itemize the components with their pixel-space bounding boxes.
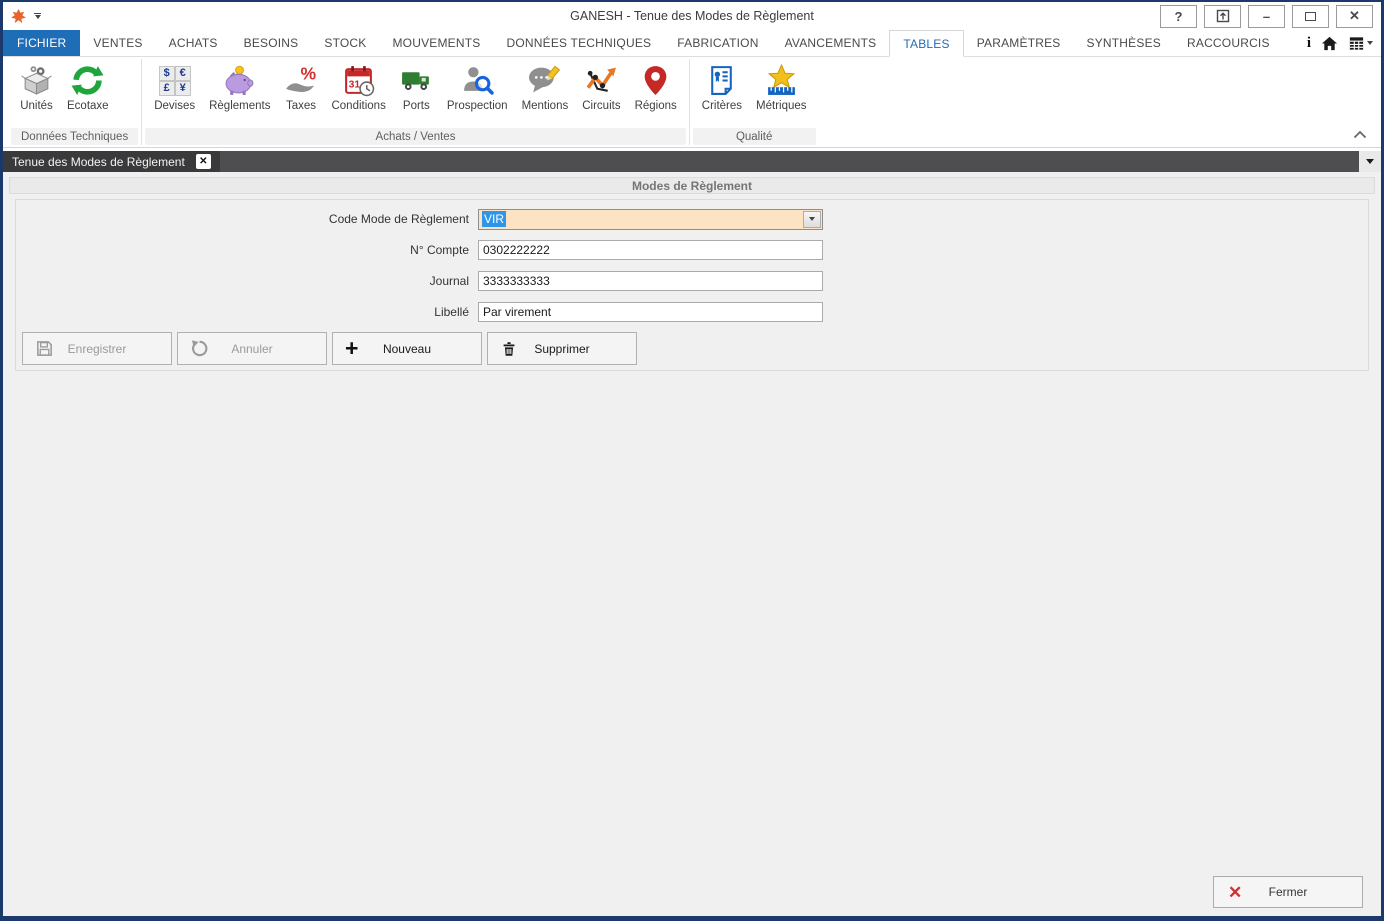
form-panel: Code Mode de Règlement VIR N° Compte Jou… <box>15 199 1369 371</box>
action-buttons: Enregistrer Annuler + Nouveau Suppri <box>22 332 637 365</box>
tab-ventes[interactable]: VENTES <box>80 30 155 56</box>
application-window: GANESH - Tenue des Modes de Règlement ? … <box>0 0 1384 921</box>
undo-icon <box>190 339 209 358</box>
ribbon-button-metriques[interactable]: Métriques <box>749 61 814 113</box>
speech-bubble-pencil-icon <box>528 62 561 99</box>
libelle-input[interactable] <box>478 302 823 322</box>
document-tab-label: Tenue des Modes de Règlement <box>12 155 185 169</box>
document-tab[interactable]: Tenue des Modes de Règlement ✕ <box>3 151 220 172</box>
ribbon-button-devises[interactable]: $€£¥ Devises <box>147 61 202 113</box>
document-badge-icon <box>705 62 738 99</box>
box-gears-icon <box>20 62 53 99</box>
ribbon-button-taxes[interactable]: % Taxes <box>277 61 324 113</box>
minimize-button[interactable]: – <box>1248 5 1285 28</box>
tab-parametres[interactable]: PARAMÈTRES <box>964 30 1074 56</box>
document-tab-close-icon[interactable]: ✕ <box>196 154 211 169</box>
ribbon-group-label: Données Techniques <box>11 128 138 145</box>
ribbon-button-criteres[interactable]: Critères <box>695 61 749 113</box>
field-label-code-mode: Code Mode de Règlement <box>16 212 478 226</box>
field-label-libelle: Libellé <box>16 305 478 319</box>
title-bar: GANESH - Tenue des Modes de Règlement ? … <box>3 2 1381 30</box>
compte-input[interactable] <box>478 240 823 260</box>
ribbon-tab-bar: FICHIER VENTES ACHATS BESOINS STOCK MOUV… <box>3 30 1381 56</box>
truck-icon <box>400 62 433 99</box>
tab-besoins[interactable]: BESOINS <box>231 30 312 56</box>
annuler-button[interactable]: Annuler <box>177 332 327 365</box>
combo-dropdown-button[interactable] <box>803 211 821 228</box>
ribbon-button-regions[interactable]: Régions <box>628 61 684 113</box>
tab-list-dropdown[interactable] <box>1359 151 1381 172</box>
ribbon-group-donnees-techniques: Unités Ecotaxe Données Techniques <box>9 57 140 147</box>
ribbon-button-ports[interactable]: Ports <box>393 61 440 113</box>
quick-access-dropdown-icon[interactable] <box>33 13 42 19</box>
calendar-clock-icon: 31 <box>342 62 375 99</box>
ribbon-group-label: Qualité <box>693 128 816 145</box>
form-header: Modes de Règlement <box>9 177 1375 194</box>
close-red-icon: ✕ <box>1228 884 1242 901</box>
tab-avancements[interactable]: AVANCEMENTS <box>772 30 890 56</box>
maximize-button[interactable] <box>1292 5 1329 28</box>
info-icon[interactable]: i <box>1307 35 1311 52</box>
tab-stock[interactable]: STOCK <box>311 30 379 56</box>
ribbon-separator <box>689 59 690 145</box>
ribbon-group-label: Achats / Ventes <box>145 128 686 145</box>
trash-icon <box>500 340 518 358</box>
field-label-journal: Journal <box>16 274 478 288</box>
tab-syntheses[interactable]: SYNTHÈSES <box>1074 30 1175 56</box>
code-mode-combobox[interactable]: VIR <box>478 209 823 230</box>
svg-text:%: % <box>301 64 317 83</box>
collapse-ribbon-icon[interactable] <box>1353 126 1367 144</box>
ribbon-button-circuits[interactable]: Circuits <box>575 61 627 113</box>
help-button[interactable]: ? <box>1160 5 1197 28</box>
tab-achats[interactable]: ACHATS <box>156 30 231 56</box>
tab-fichier[interactable]: FICHIER <box>3 30 80 56</box>
star-ruler-icon <box>765 62 798 99</box>
piggy-bank-icon <box>223 62 256 99</box>
ribbon: Unités Ecotaxe Données Techniques $€£¥ <box>3 56 1381 148</box>
nouveau-button[interactable]: + Nouveau <box>332 332 482 365</box>
field-label-compte: N° Compte <box>16 243 478 257</box>
ribbon-button-ecotaxe[interactable]: Ecotaxe <box>60 61 116 113</box>
chevron-down-icon <box>809 217 815 221</box>
ribbon-separator <box>141 59 142 145</box>
ribbon-group-achats-ventes: $€£¥ Devises Règlements % Taxes <box>143 57 688 147</box>
popout-icon <box>1216 9 1230 23</box>
ribbon-button-reglements[interactable]: Règlements <box>202 61 277 113</box>
close-button[interactable]: ✕ <box>1336 5 1373 28</box>
tab-donnees-techniques[interactable]: DONNÉES TECHNIQUES <box>494 30 665 56</box>
fermer-button[interactable]: ✕ Fermer <box>1213 876 1363 908</box>
ribbon-button-conditions[interactable]: 31 Conditions <box>324 61 392 113</box>
chevron-down-icon <box>1366 159 1374 164</box>
map-pin-icon <box>639 62 672 99</box>
recycle-icon <box>71 62 104 99</box>
journal-input[interactable] <box>478 271 823 291</box>
percent-hand-icon: % <box>284 62 317 99</box>
ribbon-button-unites[interactable]: Unités <box>13 61 60 113</box>
save-icon <box>35 339 54 358</box>
popout-button[interactable] <box>1204 5 1241 28</box>
ribbon-button-mentions[interactable]: Mentions <box>515 61 576 113</box>
svg-text:31: 31 <box>349 80 361 91</box>
app-logo-icon <box>10 8 27 25</box>
enregistrer-button[interactable]: Enregistrer <box>22 332 172 365</box>
maximize-icon <box>1305 12 1316 21</box>
person-search-icon <box>461 62 494 99</box>
plus-icon: + <box>345 337 358 360</box>
supprimer-button[interactable]: Supprimer <box>487 332 637 365</box>
document-tab-strip: Tenue des Modes de Règlement ✕ <box>3 151 1381 172</box>
chevron-down-icon <box>1367 41 1373 45</box>
ribbon-button-prospection[interactable]: Prospection <box>440 61 515 113</box>
table-tool-icon[interactable] <box>1348 35 1373 52</box>
tab-mouvements[interactable]: MOUVEMENTS <box>379 30 493 56</box>
combo-selected-value: VIR <box>482 211 506 227</box>
tab-raccourcis[interactable]: RACCOURCIS <box>1174 30 1283 56</box>
network-arrows-icon <box>585 62 618 99</box>
ribbon-group-qualite: Critères Métriques Qualité <box>691 57 818 147</box>
currency-grid-icon: $€£¥ <box>159 62 191 99</box>
tab-fabrication[interactable]: FABRICATION <box>664 30 771 56</box>
main-content: Modes de Règlement Code Mode de Règlemen… <box>3 172 1381 916</box>
tab-tables[interactable]: TABLES <box>889 30 963 57</box>
home-icon[interactable] <box>1321 35 1338 52</box>
